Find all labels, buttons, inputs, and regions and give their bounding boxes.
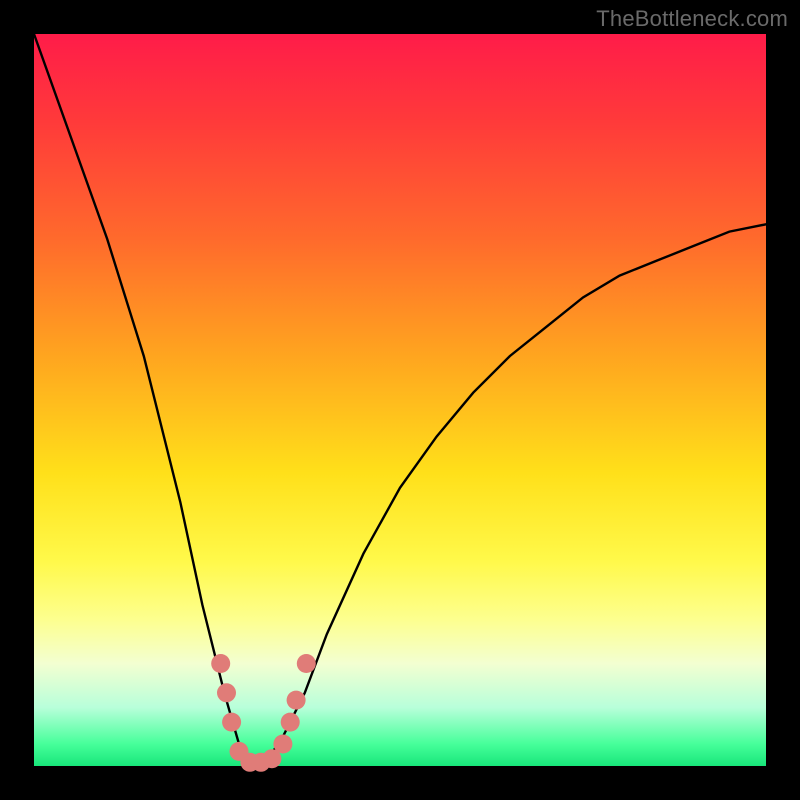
marker-dot bbox=[222, 713, 241, 732]
plot-area bbox=[34, 34, 766, 766]
marker-dot bbox=[281, 713, 300, 732]
watermark-text: TheBottleneck.com bbox=[596, 6, 788, 32]
marker-dot bbox=[217, 683, 236, 702]
curve-svg bbox=[34, 34, 766, 766]
bottleneck-curve bbox=[34, 34, 766, 766]
chart-frame: TheBottleneck.com bbox=[0, 0, 800, 800]
marker-dot bbox=[287, 691, 306, 710]
marker-dot bbox=[211, 654, 230, 673]
marker-dot bbox=[273, 735, 292, 754]
marker-dot bbox=[297, 654, 316, 673]
highlight-markers bbox=[211, 654, 316, 772]
